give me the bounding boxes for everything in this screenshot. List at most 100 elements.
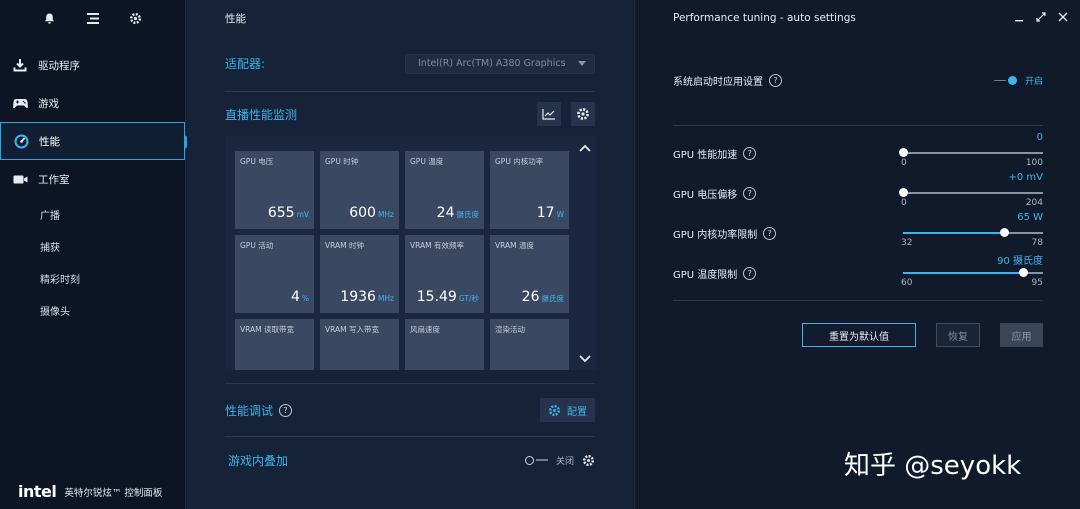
slider-row: GPU 性能加速? 0 0 100: [673, 132, 1043, 172]
help-icon[interactable]: ?: [763, 227, 777, 240]
slider-label: GPU 内核功率限制: [673, 230, 758, 241]
slider-track[interactable]: [903, 228, 1043, 237]
expand-icon[interactable]: [1036, 11, 1046, 25]
slider-value: 90 摄氏度: [997, 256, 1043, 267]
metric-name: GPU 活动: [240, 241, 274, 250]
slider-row: GPU 电压偏移? +0 mV 0 204: [673, 172, 1043, 212]
metric-unit: 摄氏度: [456, 210, 480, 219]
sidebar-item-games[interactable]: 游戏: [0, 84, 185, 122]
minimize-icon[interactable]: [1014, 12, 1024, 25]
sidebar-subitem-broadcast[interactable]: 广播: [0, 198, 185, 230]
configure-label: 配置: [567, 406, 587, 418]
watermark: 知乎 @seyokk: [844, 445, 1021, 482]
toggle-knob: [524, 455, 534, 465]
gear-icon[interactable]: [129, 11, 143, 25]
close-icon[interactable]: [1058, 12, 1068, 25]
metric-tile: GPU 电压 655 mV: [235, 151, 314, 229]
panel-title: Performance tuning - auto settings: [673, 12, 856, 24]
metric-unit: W: [556, 210, 564, 219]
slider-label: GPU 温度限制: [673, 270, 738, 281]
metric-name: VRAM 温度: [495, 241, 535, 250]
metric-unit: MHz: [377, 210, 394, 219]
help-icon[interactable]: ?: [743, 147, 757, 160]
startup-toggle[interactable]: 开启: [993, 74, 1043, 87]
slider-thumb[interactable]: [899, 148, 908, 157]
restore-button[interactable]: 恢复: [936, 323, 980, 347]
metric-value: 15.49 GT/秒: [417, 289, 479, 305]
toggle-track: [993, 79, 1006, 82]
slider-thumb[interactable]: [999, 228, 1009, 237]
slider-track[interactable]: [899, 148, 1043, 157]
chevron-down-icon: [578, 61, 586, 66]
line-chart-icon: [542, 109, 555, 120]
menu-list-icon[interactable]: [86, 11, 100, 25]
metric-name: GPU 电压: [240, 157, 274, 166]
download-icon: [12, 57, 28, 73]
metric-name: GPU 温度: [410, 157, 444, 166]
chevron-up-icon: [579, 144, 591, 152]
reset-defaults-button[interactable]: 重置为默认值: [802, 323, 916, 347]
help-icon[interactable]: ?: [769, 74, 782, 87]
help-icon[interactable]: ?: [743, 267, 757, 280]
metric-number: 600: [349, 205, 376, 221]
sidebar-item-performance[interactable]: 性能: [0, 122, 192, 160]
slider-min: 32: [901, 238, 913, 248]
metric-unit: GT/秒: [458, 294, 479, 303]
gamepad-icon: [12, 95, 28, 111]
slider-label-group: GPU 电压偏移?: [673, 186, 757, 201]
metric-number: 26: [521, 289, 540, 305]
metric-value: 655 mV: [268, 205, 309, 221]
sidebar-item-label: 驱动程序: [38, 59, 80, 72]
metric-number: 17: [536, 205, 555, 221]
metric-number: 1936: [340, 289, 376, 305]
panel-header: Performance tuning - auto settings: [635, 0, 1080, 36]
help-icon[interactable]: ?: [743, 187, 757, 200]
monitor-settings-button[interactable]: [571, 102, 595, 126]
tuning-label: 性能调试: [225, 403, 274, 418]
metric-number: 4: [290, 289, 300, 305]
slider-track[interactable]: [903, 268, 1043, 277]
slider-min: 0: [901, 198, 907, 208]
apply-button[interactable]: 应用: [1000, 323, 1043, 347]
gear-icon: [577, 108, 589, 120]
sidebar-item-label: 游戏: [38, 97, 59, 110]
sidebar-subitem-camera[interactable]: 摄像头: [0, 294, 185, 326]
metric-value: 17 W: [537, 205, 564, 221]
slider-thumb[interactable]: [899, 188, 908, 197]
sidebar-toolbar: [0, 0, 185, 36]
scroll-up-button[interactable]: [578, 141, 592, 155]
metric-unit: %: [301, 294, 309, 303]
sidebar-item-label: 性能: [39, 135, 60, 148]
slider-thumb[interactable]: [1019, 268, 1029, 277]
gauge-icon: [13, 133, 29, 149]
startup-state: 开启: [1024, 77, 1043, 87]
metric-tile: 风扇速度: [405, 319, 484, 370]
scroll-down-button[interactable]: [578, 352, 592, 366]
help-icon[interactable]: ?: [279, 403, 293, 417]
auto-settings-panel: Performance tuning - auto settings 系统启动时…: [634, 0, 1080, 509]
sidebar-item-driver[interactable]: 驱动程序: [0, 46, 185, 84]
slider-max: 95: [1031, 278, 1043, 288]
overlay-toggle[interactable]: [524, 455, 548, 465]
metric-number: 655: [267, 205, 295, 221]
configure-button[interactable]: 配置: [540, 398, 595, 422]
intel-logo: intel: [18, 482, 57, 501]
adapter-select[interactable]: Intel(R) Arc(TM) A380 Graphics: [405, 53, 595, 74]
bell-icon[interactable]: [43, 11, 57, 25]
sidebar-subitem-capture[interactable]: 捕获: [0, 230, 185, 262]
slider-value: +0 mV: [1008, 172, 1043, 183]
slider-max: 78: [1031, 238, 1043, 248]
chart-view-button[interactable]: [537, 102, 561, 126]
slider-fill: [903, 272, 1024, 274]
metric-name: VRAM 读取带宽: [240, 325, 295, 334]
metric-name: 风扇速度: [410, 325, 440, 334]
slider-max: 204: [1025, 198, 1043, 208]
slider-fill: [903, 232, 1004, 234]
overlay-label: 游戏内叠加: [228, 453, 289, 468]
gear-icon[interactable]: [582, 454, 595, 467]
sidebar-subitem-highlights[interactable]: 精彩时刻: [0, 262, 185, 294]
sidebar-item-studio[interactable]: 工作室: [0, 160, 185, 198]
slider-track[interactable]: [899, 188, 1043, 197]
brand: intel 英特尔锐炫™ 控制面板: [18, 482, 162, 501]
page-title: 性能: [225, 12, 246, 25]
